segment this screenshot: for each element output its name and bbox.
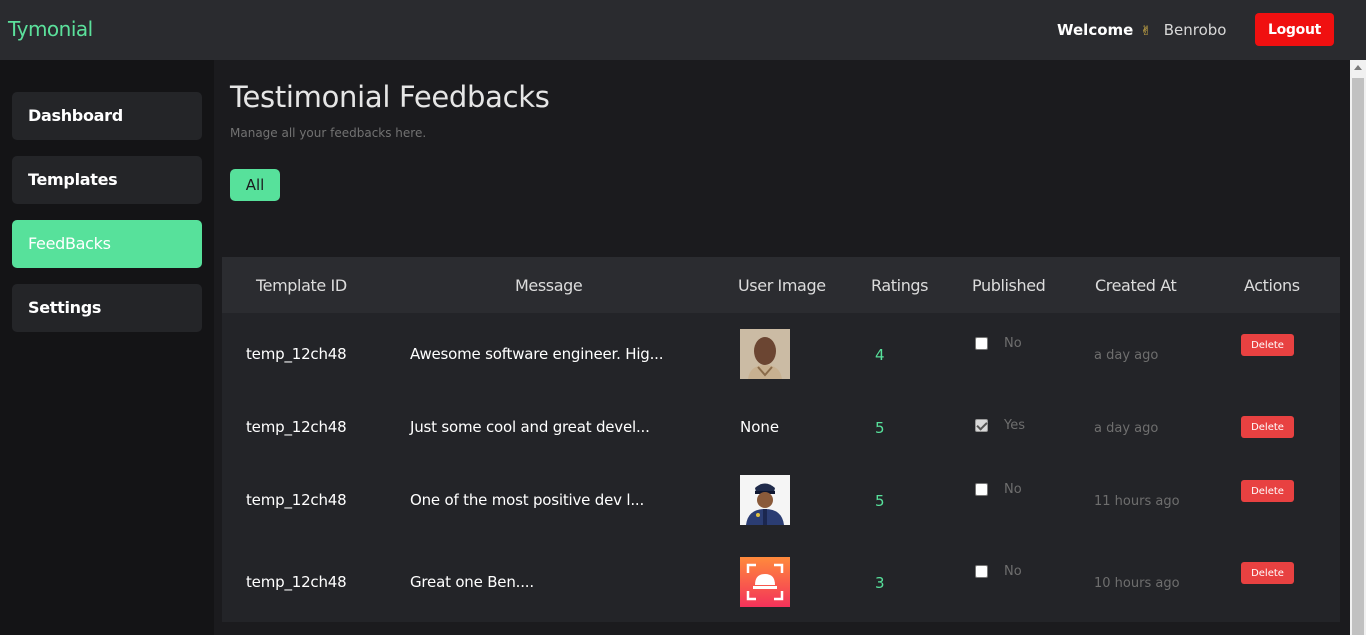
top-bar: Tymonial Welcome ✌ Benrobo Logout [0, 0, 1366, 60]
header-user-image: User Image [738, 276, 826, 295]
welcome-label: Welcome [1057, 21, 1134, 39]
delete-button[interactable]: Delete [1241, 562, 1294, 584]
message: One of the most positive dev l... [410, 491, 645, 509]
header-template-id: Template ID [256, 276, 347, 295]
created-at: 10 hours ago [1094, 576, 1180, 591]
rating-value: 5 [875, 419, 885, 437]
header-ratings: Ratings [871, 276, 929, 295]
page-title: Testimonial Feedbacks [230, 80, 550, 114]
table-row: temp_12ch48 Awesome software engineer. H… [222, 329, 1340, 389]
welcome-message: Welcome ✌ Benrobo [1057, 21, 1226, 39]
header-message: Message [515, 276, 583, 295]
published-label: No [1004, 564, 1022, 579]
scrollbar-thumb[interactable] [1352, 78, 1364, 635]
filter-all-button[interactable]: All [230, 169, 280, 201]
header-published: Published [972, 276, 1046, 295]
sidebar-item-feedbacks[interactable]: FeedBacks [12, 220, 202, 268]
template-id: temp_12ch48 [246, 418, 347, 436]
published-label: No [1004, 482, 1022, 497]
portrait-icon [740, 329, 790, 379]
table-header: Template ID Message User Image Ratings P… [222, 257, 1340, 313]
delete-button[interactable]: Delete [1241, 416, 1294, 438]
rating-value: 4 [875, 346, 885, 364]
app-logo-icon [740, 557, 790, 607]
sidebar-item-dashboard[interactable]: Dashboard [12, 92, 202, 140]
published-label: Yes [1004, 418, 1025, 433]
delete-button[interactable]: Delete [1241, 334, 1294, 356]
delete-button[interactable]: Delete [1241, 480, 1294, 502]
message: Great one Ben.... [410, 573, 534, 591]
template-id: temp_12ch48 [246, 491, 347, 509]
published-checkbox[interactable] [975, 565, 988, 578]
table-row: temp_12ch48 One of the most positive dev… [222, 475, 1340, 535]
username: Benrobo [1163, 21, 1227, 39]
user-avatar [740, 557, 790, 607]
vertical-scrollbar[interactable] [1350, 60, 1366, 635]
message: Awesome software engineer. Hig... [410, 345, 664, 363]
victory-hand-icon: ✌ [1140, 24, 1152, 39]
user-image-none: None [740, 418, 780, 436]
table-row: temp_12ch48 Great one Ben.... 3 No 10 ho… [222, 557, 1340, 617]
page-subtitle: Manage all your feedbacks here. [230, 126, 427, 140]
sidebar-item-templates[interactable]: Templates [12, 156, 202, 204]
sidebar: Dashboard Templates FeedBacks Settings [0, 60, 214, 635]
published-checkbox[interactable] [975, 419, 988, 432]
message: Just some cool and great devel... [410, 418, 650, 436]
header-actions: Actions [1244, 276, 1300, 295]
header-created-at: Created At [1095, 276, 1177, 295]
feedback-table: Template ID Message User Image Ratings P… [222, 257, 1340, 622]
logout-button[interactable]: Logout [1255, 13, 1334, 46]
scroll-up-arrow-icon[interactable] [1354, 65, 1362, 70]
rating-value: 5 [875, 492, 885, 510]
user-avatar [740, 329, 790, 379]
published-checkbox[interactable] [975, 483, 988, 496]
rating-value: 3 [875, 574, 885, 592]
created-at: a day ago [1094, 348, 1159, 363]
published-label: No [1004, 336, 1022, 351]
table-row: temp_12ch48 Just some cool and great dev… [222, 402, 1340, 462]
brand-logo[interactable]: Tymonial [8, 17, 93, 41]
user-avatar [740, 475, 790, 525]
template-id: temp_12ch48 [246, 345, 347, 363]
created-at: a day ago [1094, 421, 1159, 436]
published-checkbox[interactable] [975, 337, 988, 350]
police-avatar-icon [740, 475, 790, 525]
created-at: 11 hours ago [1094, 494, 1180, 509]
template-id: temp_12ch48 [246, 573, 347, 591]
sidebar-item-settings[interactable]: Settings [12, 284, 202, 332]
